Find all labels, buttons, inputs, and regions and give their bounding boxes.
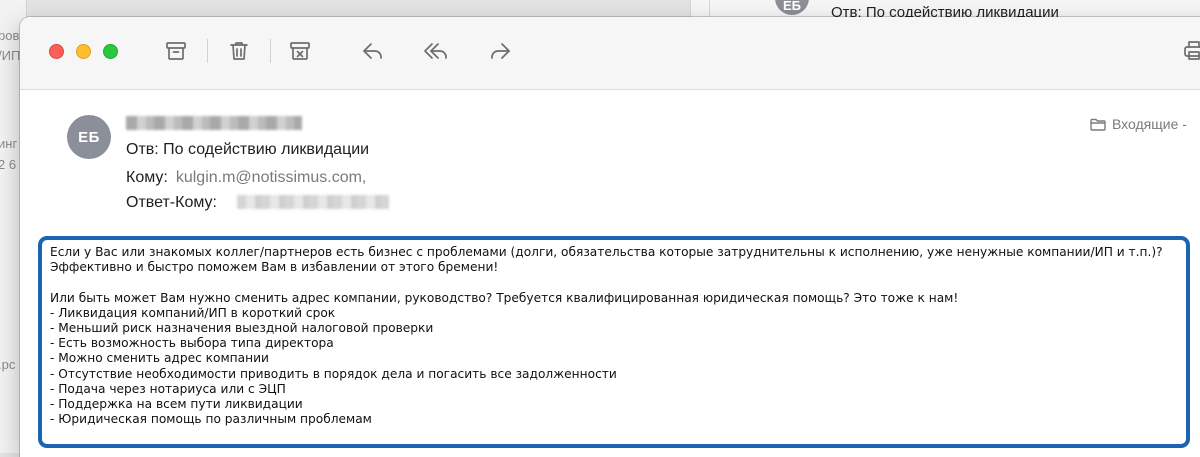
mailbox-indicator[interactable]: Входящие - [1090,116,1187,132]
toolbar [20,17,1200,90]
trash-icon [230,42,248,60]
background-text-fragment: инг [0,136,18,151]
list-item: - Ликвидация компаний/ИП в короткий срок [50,305,336,320]
toolbar-separator [270,39,271,63]
background-avatar: ЕБ [775,0,809,15]
reply-all-button[interactable] [420,37,452,65]
body-paragraph: Или быть может Вам нужно сменить адрес к… [50,290,959,305]
list-item: - Подача через нотариуса или с ЭЦП [50,381,286,396]
background-text-fragment: .pc [0,357,16,372]
divider [709,0,710,17]
archive-button[interactable] [160,37,192,65]
forward-button[interactable] [484,37,516,65]
reply-all-icon [424,43,447,59]
reply-to-row: Ответ-Кому: [126,194,217,212]
list-item: - Можно сменить адрес компании [50,351,269,366]
background-text-fragment: /ИП [0,48,21,63]
sender-name-redacted[interactable] [126,116,302,130]
background-text-fragment: 2 6 [0,157,17,172]
list-item: - Меньший риск назначения выездной налог… [50,321,434,335]
to-label: Кому: [126,169,168,186]
reply-button[interactable] [357,37,389,65]
print-button[interactable] [1178,37,1200,65]
list-item: - Есть возможность выбора типа директора [50,336,334,351]
trash-button[interactable] [223,37,255,65]
junk-icon [290,42,310,60]
body-paragraph: Эффективно и быстро поможем Вам в избавл… [50,260,499,275]
background-text-fragment: ров [0,28,20,43]
print-icon [1184,41,1200,60]
message-subject: Отв: По содействию ликвидации [126,141,370,158]
mailbox-name: Входящие - [1112,116,1187,132]
forward-icon [491,43,510,59]
list-item: - Юридическая помощь по различным пробле… [50,412,372,427]
body-paragraph: Если у Вас или знакомых коллег/партнеров… [50,245,1163,259]
background-subject: Отв: По содействию ликвидации [831,4,1059,17]
reply-to-label: Ответ-Кому: [126,194,217,211]
close-window-button[interactable] [49,44,64,59]
reply-icon [363,43,382,59]
sender-avatar[interactable]: ЕБ [67,115,111,159]
archive-icon [166,42,186,60]
message-body: Если у Вас или знакомых коллег/партнеров… [50,245,1180,427]
message-header: ЕБ Отв: По содействию ликвидации Кому: ku… [20,89,1200,229]
minimize-window-button[interactable] [76,44,91,59]
list-item: - Отсутствие необходимости приводить в п… [50,366,617,381]
folder-icon [1090,118,1106,131]
background-message-preview[interactable]: ЕБ Отв: По содействию ликвидации [690,0,1200,17]
reply-to-address-redacted[interactable] [237,195,389,209]
zoom-window-button[interactable] [103,44,118,59]
to-address[interactable]: kulgin.m@notissimus.com, [176,169,367,186]
list-item: - Поддержка на всем пути ликвидации [50,397,303,412]
avatar-initials: ЕБ [78,128,100,146]
to-row: Кому: kulgin.m@notissimus.com, [126,169,366,187]
junk-button[interactable] [284,37,316,65]
toolbar-separator [207,39,208,63]
